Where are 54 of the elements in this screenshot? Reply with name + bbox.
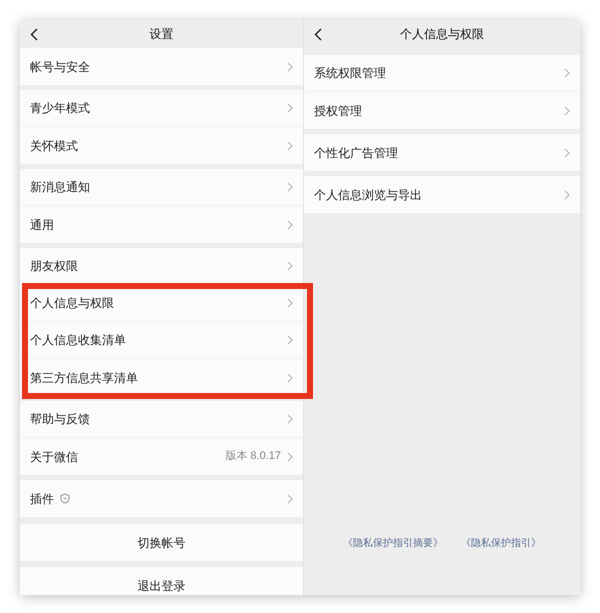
settings-row[interactable]: 朋友权限: [20, 248, 303, 285]
chevron-icon: [287, 335, 293, 345]
row-label: 个人信息收集清单: [30, 332, 126, 349]
settings-row[interactable]: 关怀模式: [20, 127, 303, 164]
chevron-icon: [287, 182, 293, 192]
action-button[interactable]: 切换帐号: [20, 524, 303, 561]
settings-row[interactable]: 第三方信息共享清单: [20, 359, 303, 396]
chevron-icon: [287, 414, 293, 424]
row-label: 朋友权限: [30, 258, 78, 275]
row-label: 青少年模式: [30, 100, 90, 117]
chevron-icon: [564, 190, 570, 200]
chevron-icon: [287, 372, 293, 382]
row-label: 帐号与安全: [30, 58, 90, 76]
row-label: 个人信息浏览与导出: [314, 186, 422, 204]
chevron-icon: [287, 452, 293, 462]
chevron-icon: [287, 103, 293, 113]
row-label: 第三方信息共享清单: [30, 370, 138, 386]
chevron-icon: [287, 140, 293, 150]
privacy-link[interactable]: 《隐私保护指引摘要》: [343, 536, 443, 551]
settings-row[interactable]: 关于微信 版本 8.0.17: [20, 438, 303, 475]
privacy-link[interactable]: 《隐私保护指引》: [461, 536, 541, 551]
chevron-icon: [287, 261, 293, 271]
chevron-icon: [287, 494, 293, 504]
settings-row[interactable]: 帐号与安全: [20, 48, 303, 85]
chevron-icon: [564, 148, 570, 158]
page-title: 设置: [150, 26, 174, 43]
row-label: 个人信息与权限: [30, 295, 114, 312]
chevron-icon: [287, 298, 293, 308]
settings-row[interactable]: 个人信息浏览与导出: [304, 176, 580, 213]
chevron-icon: [287, 62, 293, 72]
chevron-icon: [564, 68, 570, 78]
row-label: 个性化广告管理: [314, 144, 398, 162]
settings-row[interactable]: 通用: [20, 206, 303, 243]
settings-row[interactable]: 帮助与反馈: [20, 401, 303, 438]
row-label: 帮助与反馈: [30, 411, 90, 428]
row-label: 通用: [30, 216, 54, 234]
action-button[interactable]: 退出登录: [20, 567, 303, 595]
version-text: 版本 8.0.17: [225, 449, 281, 464]
settings-row[interactable]: 青少年模式: [20, 90, 303, 127]
row-label: 授权管理: [314, 102, 362, 120]
row-label: 关于微信: [30, 448, 78, 466]
settings-row[interactable]: 新消息通知: [20, 169, 303, 206]
settings-row[interactable]: 个人信息收集清单: [20, 322, 303, 359]
row-label: 新消息通知: [30, 179, 90, 196]
row-label: 插件: [30, 490, 54, 508]
shield-icon: [60, 493, 70, 504]
page-title: 个人信息与权限: [400, 26, 484, 43]
settings-row[interactable]: 插件: [20, 480, 303, 517]
row-label: 系统权限管理: [314, 65, 386, 82]
chevron-icon: [564, 106, 570, 116]
settings-row[interactable]: 授权管理: [304, 92, 580, 129]
chevron-icon: [287, 220, 293, 230]
row-label: 关怀模式: [30, 138, 78, 154]
settings-row[interactable]: 个性化广告管理: [304, 134, 580, 171]
